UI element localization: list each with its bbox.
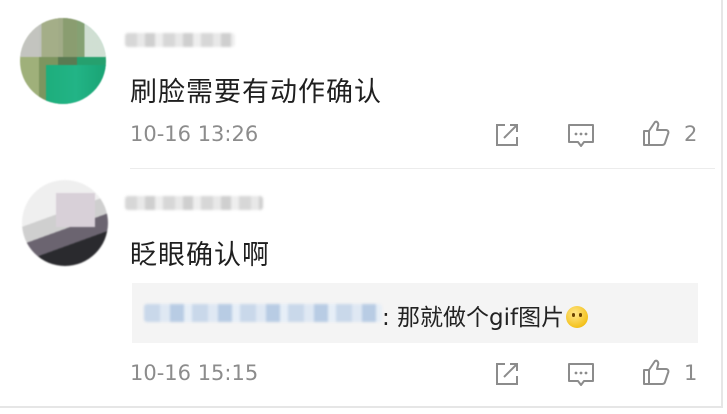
reply-text-content: : 那就做个gif图片 — [382, 305, 565, 331]
like-count: 2 — [684, 122, 698, 146]
reply-preview[interactable]: : 那就做个gif图片 — [132, 283, 698, 343]
comment-icon[interactable] — [566, 120, 596, 150]
comment-timestamp: 10-16 15:15 — [130, 361, 259, 385]
comment-icon[interactable] — [566, 359, 596, 389]
reply-username-blurred[interactable] — [144, 304, 382, 322]
username-blurred[interactable] — [125, 33, 235, 47]
thumbs-up-icon[interactable] — [641, 357, 671, 387]
avatar[interactable] — [20, 18, 106, 104]
thumbs-up-icon[interactable] — [641, 118, 671, 148]
username-blurred[interactable] — [125, 196, 263, 210]
slight-smile-emoji-icon — [566, 306, 589, 328]
comment-timestamp: 10-16 13:26 — [130, 122, 259, 146]
comment-list: 刷脸需要有动作确认 10-16 13:26 2 眨眼确认啊 : 那就做个gif图… — [0, 0, 723, 408]
like-count: 1 — [684, 361, 698, 385]
reply-text: : 那就做个gif图片 — [382, 298, 589, 332]
divider — [130, 168, 715, 169]
avatar[interactable] — [22, 180, 108, 266]
share-icon[interactable] — [492, 120, 522, 150]
share-icon[interactable] — [492, 359, 522, 389]
comment-text: 刷脸需要有动作确认 — [130, 77, 382, 108]
comment-text: 眨眼确认啊 — [130, 240, 270, 271]
